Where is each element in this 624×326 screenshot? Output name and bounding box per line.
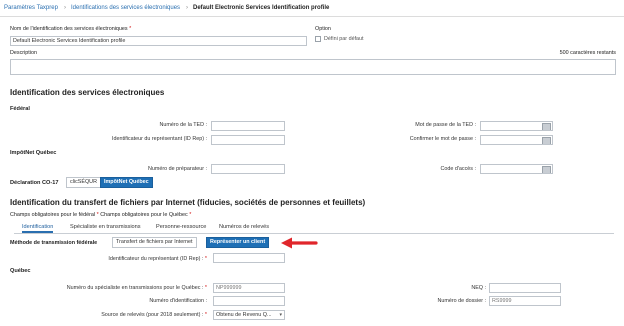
slip-source-select[interactable]: Obtenu de Revenu Q... ▾ (213, 310, 285, 320)
tab-contact-person[interactable]: Personne-ressource (156, 224, 206, 230)
identification-number-label: Numéro d'identification : (149, 298, 207, 304)
neq-label: NEQ : (471, 285, 486, 291)
keypad-icon[interactable] (542, 123, 551, 130)
breadcrumb: Paramètres Taxprep › Identifications des… (0, 0, 624, 17)
preparer-number-input[interactable] (211, 164, 285, 174)
keypad-icon[interactable] (542, 166, 551, 173)
description-label: Description (10, 50, 37, 56)
profile-name-label: Nom de l'identification des services éle… (10, 26, 132, 32)
breadcrumb-item-taxprep-settings[interactable]: Paramètres Taxprep (4, 5, 58, 11)
default-checkbox-label: Défini par défaut (324, 36, 364, 42)
declaration-co17-label: Déclaration CO-17 (10, 180, 59, 186)
specialist-number-input[interactable]: NP999999 (213, 283, 285, 293)
chevron-down-icon: ▾ (279, 312, 282, 318)
tab-identification[interactable]: Identification (22, 224, 54, 233)
chars-remaining: 500 caractères restants (559, 50, 616, 56)
transfer-rep-id-input[interactable] (213, 253, 285, 263)
required-asterisk: * (129, 26, 132, 32)
internet-transfer-heading: Identification du transfert de fichiers … (10, 198, 366, 207)
tab-bar: Identification Spécialiste en transmissi… (14, 223, 614, 234)
federal-heading: Fédéral (10, 106, 30, 112)
breadcrumb-item-current: Default Electronic Services Identificati… (193, 5, 330, 11)
specialist-number-label: Numéro du spécialiste en transmissions p… (66, 285, 207, 291)
ted-password-input[interactable] (480, 121, 553, 131)
required-fields-note: Champs obligatoires pour le fédéral * Ch… (10, 212, 192, 218)
method-option-file-transfer[interactable]: Transfert de fichiers par Internet (112, 237, 197, 248)
ted-number-label: Numéro de la TED : (159, 122, 207, 128)
slip-source-label: Source de relevés (pour 2018 seulement) … (101, 312, 207, 318)
transfer-rep-id-label: Identificateur du représentant (ID Rep) … (108, 256, 207, 262)
file-number-input[interactable]: RS9999 (489, 296, 561, 306)
confirm-password-label: Confirmer le mot de passe : (409, 136, 476, 142)
confirm-password-input[interactable] (480, 135, 553, 145)
profile-name-input[interactable]: Default Electronic Services Identificati… (10, 36, 307, 46)
federal-method-label: Méthode de transmission fédérale (10, 240, 98, 246)
tab-slip-numbers[interactable]: Numéros de relevés (219, 224, 269, 230)
neq-input[interactable] (489, 283, 561, 293)
access-code-label: Code d'accès : (440, 166, 477, 172)
access-code-input[interactable] (480, 164, 553, 174)
impotnet-heading: ImpôtNet Québec (10, 150, 57, 156)
quebec-heading: Québec (10, 268, 31, 274)
tab-transmission-specialist[interactable]: Spécialiste en transmissions (70, 224, 141, 230)
breadcrumb-separator-icon: › (186, 5, 188, 11)
federal-rep-id-input[interactable] (211, 135, 285, 145)
callout-arrow-icon (281, 237, 318, 249)
breadcrumb-separator-icon: › (64, 5, 66, 11)
identification-number-input[interactable] (213, 296, 285, 306)
option-label: Option (315, 26, 331, 32)
declaration-option-clicsequr[interactable]: clicSÉQUR (66, 177, 101, 188)
ted-password-label: Mot de passe de la TED : (415, 122, 476, 128)
default-checkbox[interactable] (315, 36, 321, 42)
keypad-icon[interactable] (542, 137, 551, 144)
federal-rep-id-label: Identificateur du représentant (ID Rep) … (112, 136, 207, 142)
preparer-number-label: Numéro de préparateur : (147, 166, 207, 172)
declaration-option-impotnet[interactable]: ImpôtNet Québec (100, 177, 153, 188)
slip-source-value: Obtenu de Revenu Q... (216, 312, 272, 318)
ted-number-input[interactable] (211, 121, 285, 131)
description-textarea[interactable] (10, 59, 616, 75)
file-number-label: Numéro de dossier : (437, 298, 486, 304)
breadcrumb-item-electronic-services[interactable]: Identifications des services électroniqu… (71, 5, 180, 11)
method-option-represent-client[interactable]: Représenter un client (206, 237, 270, 248)
electronic-services-heading: Identification des services électronique… (10, 88, 165, 97)
